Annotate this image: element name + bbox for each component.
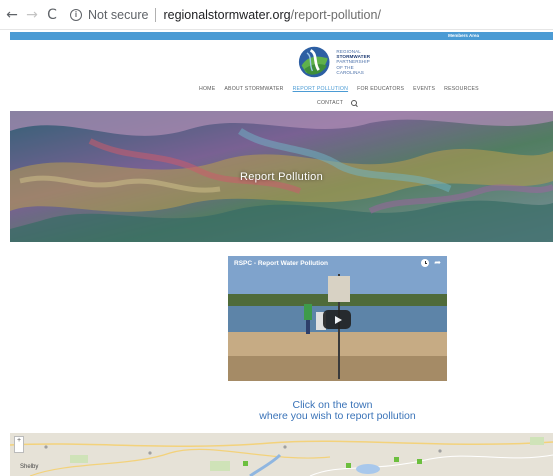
hero-banner: Report Pollution bbox=[10, 111, 553, 242]
video-player[interactable]: RSPC - Report Water Pollution ➦ bbox=[228, 256, 447, 381]
map-instructions: Click on the town where you wish to repo… bbox=[0, 400, 553, 422]
site-logo[interactable]: REGIONAL STORMWATER PARTNERSHIP OF THE C… bbox=[298, 44, 378, 80]
forward-arrow-icon[interactable]: → bbox=[24, 7, 40, 23]
top-bar: Members Area bbox=[10, 32, 553, 40]
nav-item-home[interactable]: HOME bbox=[199, 86, 215, 92]
address-separator bbox=[155, 7, 157, 22]
clock-icon[interactable] bbox=[421, 259, 429, 267]
logo-text: REGIONAL STORMWATER PARTNERSHIP OF THE C… bbox=[336, 49, 378, 75]
info-icon[interactable]: i bbox=[70, 8, 82, 21]
url-path: /report-pollution/ bbox=[290, 7, 381, 22]
nav-item-report-pollution[interactable]: REPORT POLLUTION bbox=[293, 86, 348, 92]
map-zoom-in-button[interactable]: + bbox=[14, 436, 24, 453]
map-canvas bbox=[10, 433, 553, 476]
browser-toolbar: ← → C i Not secure regionalstormwater.or… bbox=[0, 0, 553, 30]
town-map[interactable]: + Shelby bbox=[10, 433, 553, 476]
nav-item-events[interactable]: EVENTS bbox=[413, 86, 435, 92]
map-instructions-line-2: where you wish to report pollution bbox=[259, 410, 416, 422]
search-icon[interactable] bbox=[351, 100, 358, 106]
map-town-label[interactable]: Shelby bbox=[20, 464, 38, 470]
logo-mark-icon bbox=[298, 46, 330, 78]
main-nav: HOME ABOUT STORMWATER REPORT POLLUTION F… bbox=[199, 86, 479, 92]
members-area-link[interactable]: Members Area bbox=[448, 32, 479, 40]
logo-line-4: OF THE CAROLINAS bbox=[336, 64, 364, 75]
share-icon[interactable]: ➦ bbox=[434, 258, 441, 267]
hero-title: Report Pollution bbox=[239, 170, 324, 183]
security-label: Not secure bbox=[88, 7, 149, 22]
url-host: regionalstormwater.org bbox=[163, 7, 291, 22]
reload-icon[interactable]: C bbox=[44, 7, 60, 23]
video-title: RSPC - Report Water Pollution bbox=[234, 260, 329, 267]
nav-item-for-educators[interactable]: FOR EDUCATORS bbox=[357, 86, 404, 92]
back-arrow-icon[interactable]: ← bbox=[4, 7, 20, 23]
page: ← → C i Not secure regionalstormwater.or… bbox=[0, 0, 553, 476]
nav-item-contact[interactable]: CONTACT bbox=[317, 100, 343, 106]
play-button[interactable] bbox=[323, 310, 351, 329]
address-bar[interactable]: i Not secure regionalstormwater.org/repo… bbox=[70, 4, 540, 26]
nav-item-about-stormwater[interactable]: ABOUT STORMWATER bbox=[224, 86, 283, 92]
nav-item-resources[interactable]: RESOURCES bbox=[444, 86, 479, 92]
main-nav-row-2: CONTACT bbox=[317, 100, 358, 106]
